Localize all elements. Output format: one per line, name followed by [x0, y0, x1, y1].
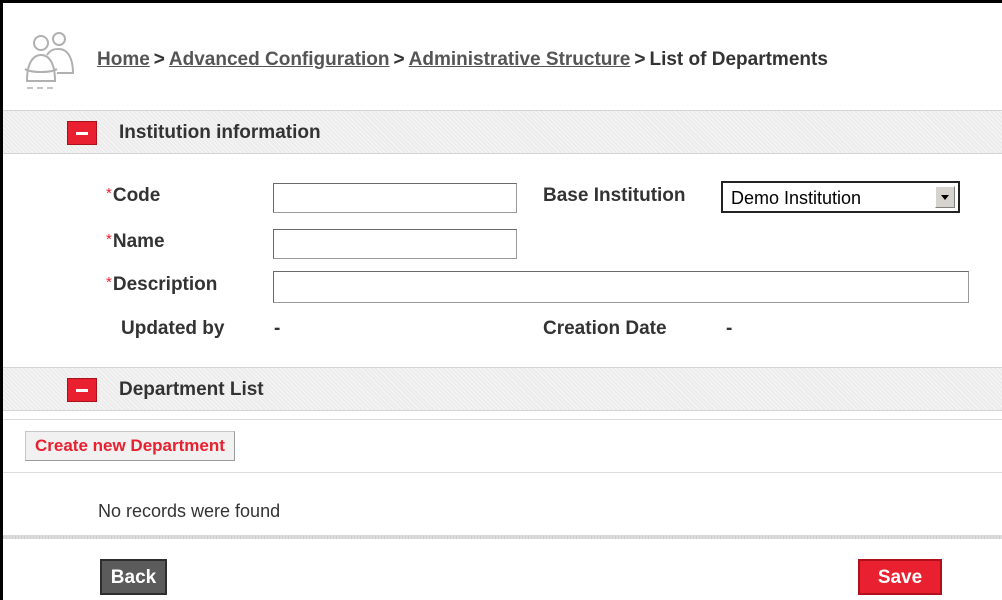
- department-section-title: Department List: [119, 379, 264, 400]
- minus-icon: [76, 132, 88, 135]
- breadcrumb-link-administrative-structure[interactable]: Administrative Structure: [409, 49, 631, 70]
- department-section-header: Department List: [3, 367, 1002, 411]
- description-input[interactable]: [273, 271, 969, 303]
- institution-collapse-button[interactable]: [67, 121, 97, 145]
- institution-section-title: Institution information: [119, 122, 321, 143]
- required-marker: *: [106, 185, 112, 202]
- divider: [3, 535, 1002, 539]
- page-header: Home > Advanced Configuration > Administrati…: [3, 3, 1002, 104]
- base-institution-selected-value: Demo Institution: [731, 188, 862, 208]
- users-group-icon: [24, 32, 75, 89]
- institution-section-header: Institution information: [3, 110, 1002, 154]
- name-label: *Name: [106, 231, 165, 252]
- base-institution-label: Base Institution: [543, 185, 686, 206]
- breadcrumb-current: List of Departments: [649, 49, 828, 70]
- breadcrumb-separator: >: [634, 49, 646, 70]
- breadcrumb-separator: >: [153, 49, 165, 70]
- divider: [3, 472, 1002, 473]
- description-label: *Description: [106, 274, 218, 295]
- breadcrumb-separator: >: [393, 49, 405, 70]
- department-collapse-button[interactable]: [67, 378, 97, 402]
- breadcrumb-link-advanced-configuration[interactable]: Advanced Configuration: [169, 49, 390, 70]
- name-input[interactable]: [273, 229, 517, 259]
- updated-by-label: Updated by: [121, 318, 225, 339]
- updated-by-value: -: [274, 318, 281, 339]
- breadcrumb-link-home[interactable]: Home: [97, 49, 150, 70]
- base-institution-select[interactable]: Demo Institution: [721, 181, 960, 213]
- back-button[interactable]: Back: [100, 559, 167, 595]
- save-button[interactable]: Save: [858, 559, 942, 595]
- required-marker: *: [106, 231, 112, 248]
- creation-date-value: -: [726, 318, 733, 339]
- divider: [3, 419, 1002, 420]
- creation-date-label: Creation Date: [543, 318, 667, 339]
- app-window: Home > Advanced Configuration > Administrati…: [0, 0, 1002, 600]
- minus-icon: [76, 389, 88, 392]
- chevron-down-icon[interactable]: [935, 186, 955, 208]
- required-marker: *: [106, 274, 112, 291]
- code-input[interactable]: [273, 183, 517, 213]
- breadcrumb: Home > Advanced Configuration > Administrati…: [97, 49, 828, 71]
- code-label: *Code: [106, 185, 161, 206]
- empty-records-message: No records were found: [98, 501, 281, 521]
- create-new-department-button[interactable]: Create new Department: [25, 431, 235, 461]
